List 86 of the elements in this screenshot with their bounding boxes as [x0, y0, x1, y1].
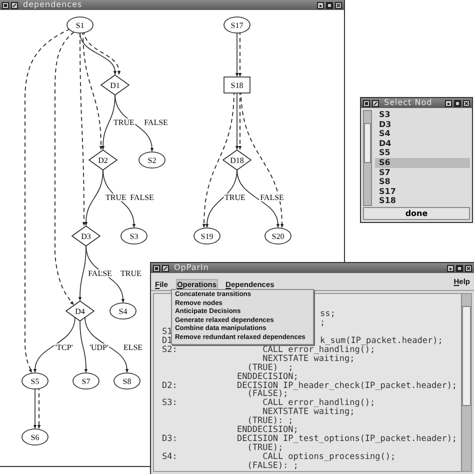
state-node: S8 — [114, 372, 140, 390]
code-line: NEXTSTATE waiting; — [262, 354, 355, 364]
code-line: NEXTSTATE waiting; — [262, 407, 355, 418]
state-node: S19 — [194, 228, 220, 244]
decision-node: D18 — [222, 150, 252, 170]
state-node: S7 — [72, 372, 100, 390]
code-line: k_sum(IP_packet.header); — [320, 336, 443, 346]
flow-arrow — [33, 317, 76, 373]
close-icon[interactable] — [335, 2, 342, 8]
dependence-arrow — [238, 30, 242, 77]
list-item[interactable]: S6 — [375, 158, 470, 168]
line-label: S2: — [162, 345, 178, 356]
edge-label: TRUE — [114, 118, 134, 127]
list-item[interactable]: S3 — [375, 110, 470, 120]
line-label: D1 — [162, 336, 172, 346]
code-line: DECISION IP_header_check(IP_packet.header); — [237, 380, 458, 391]
decision-node: D4 — [65, 300, 95, 322]
close-icon[interactable] — [463, 100, 470, 106]
done-button[interactable]: done — [363, 207, 470, 220]
box-node: S18 — [224, 76, 250, 94]
list-item[interactable]: D4 — [375, 138, 470, 148]
code-line: CALL error_handling(); — [262, 345, 376, 356]
line-label: S1 — [162, 327, 172, 338]
list-item[interactable]: D3 — [375, 120, 470, 130]
list-item[interactable]: S8 — [375, 177, 470, 187]
window-icon[interactable] — [372, 100, 379, 106]
maximize-icon[interactable] — [326, 2, 333, 8]
minimize-icon[interactable] — [317, 2, 324, 8]
window-title: Select Nod — [384, 98, 432, 108]
state-node: S3 — [120, 228, 148, 244]
edge-label: TRUE — [120, 269, 142, 278]
window-icon[interactable] — [11, 2, 18, 8]
state-node: S1 — [66, 16, 94, 34]
window-title: OpParIn — [174, 263, 209, 273]
list-item[interactable]: S7 — [375, 168, 470, 178]
code-line: CALL error_handling(); — [262, 398, 376, 408]
list-item[interactable]: S5 — [375, 148, 470, 158]
edge-label: TRUE — [224, 193, 246, 202]
code-line: CALL options_processing(); — [262, 452, 396, 462]
minimize-icon[interactable] — [445, 100, 452, 106]
line-label: D3: — [162, 434, 178, 444]
line-label: S3: — [162, 398, 178, 408]
window-menu-icon[interactable] — [363, 100, 370, 106]
window-menu-icon[interactable] — [2, 2, 9, 8]
state-node: S17 — [224, 16, 250, 34]
line-label: S4: — [162, 452, 178, 462]
close-icon[interactable] — [465, 264, 472, 272]
code-line: (TRUE) ; — [247, 362, 294, 373]
scrollbar[interactable] — [461, 294, 471, 471]
edge-label: FALSE — [260, 193, 284, 202]
edge-label: FALSE — [130, 193, 154, 202]
edge-label: 'UDP' — [90, 343, 108, 352]
window-title: dependences — [23, 0, 82, 10]
flow-arrow — [235, 32, 239, 77]
code-line: ENDDECISION; — [237, 372, 298, 382]
minimize-icon[interactable] — [447, 264, 454, 272]
list-item[interactable]: S17 — [375, 186, 470, 196]
state-node: S20 — [264, 228, 292, 244]
code-line: (FALSE): ; — [246, 460, 298, 471]
maximize-icon[interactable] — [456, 264, 463, 272]
maximize-icon[interactable] — [454, 100, 461, 106]
code-line: (TRUE): ; — [247, 416, 294, 426]
code-line: (FALSE); — [246, 389, 288, 400]
line-label: D2: — [162, 380, 178, 391]
state-node: S6 — [22, 428, 48, 446]
edge-label: 'TCP' — [55, 343, 73, 352]
edge-label: FALSE — [144, 118, 168, 127]
code-line: ss; — [320, 309, 336, 320]
edge-label: ELSE — [123, 343, 143, 352]
state-node: S5 — [22, 372, 48, 390]
list-item[interactable]: S4 — [375, 129, 470, 139]
code-line: DECISION IP_test_options(IP_packet.header); — [237, 434, 458, 444]
state-node: S4 — [110, 302, 136, 320]
code-line: (TRUE); — [246, 442, 284, 453]
code-line: ENDDECISION; — [237, 425, 298, 436]
window-menu-icon[interactable] — [153, 264, 160, 272]
decision-node: D3 — [71, 226, 101, 246]
flow-arrow — [33, 388, 37, 429]
window-icon[interactable] — [162, 264, 169, 272]
state-node: S2 — [138, 152, 166, 168]
decision-node: D1 — [100, 74, 130, 96]
list-item[interactable]: S18 — [375, 196, 470, 206]
decision-node: D2 — [88, 150, 118, 170]
code-line: ; — [320, 318, 326, 328]
scrollbar[interactable] — [363, 110, 372, 206]
flow-arrow — [235, 92, 239, 150]
